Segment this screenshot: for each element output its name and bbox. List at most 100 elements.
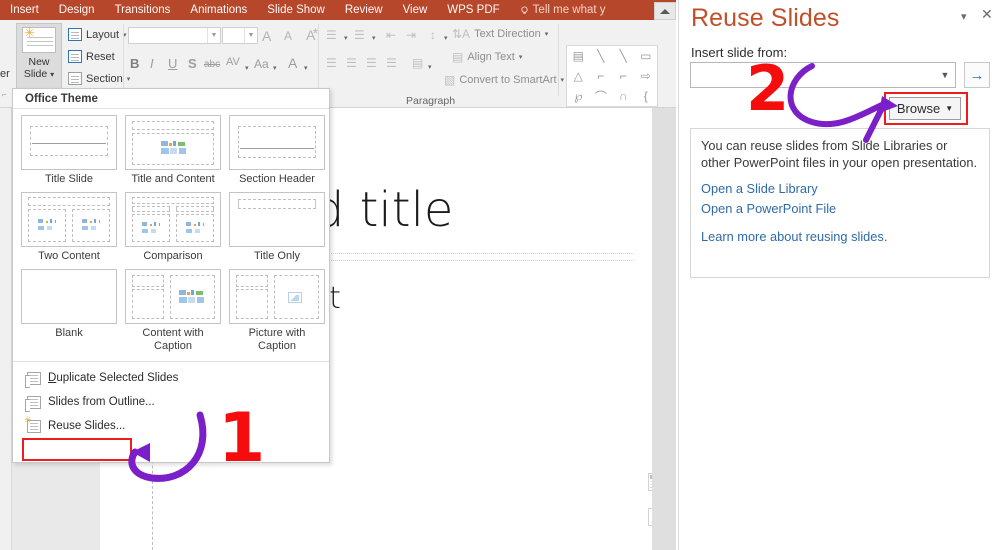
layout-title-only[interactable]: Title Only (229, 192, 325, 263)
panel-minimize-button[interactable]: ▾ (961, 10, 967, 23)
browse-caret-icon: ▼ (945, 104, 954, 113)
tab-insert[interactable]: Insert (0, 0, 49, 20)
slide-thumbnail-strip[interactable] (0, 108, 12, 550)
tab-view[interactable]: View (393, 0, 438, 20)
section-button[interactable]: Section ▾ (68, 72, 130, 85)
tab-wps-pdf[interactable]: WPS PDF (437, 0, 509, 20)
text-shadow-button[interactable]: S (188, 56, 197, 71)
decrease-indent-button[interactable]: ⇤ (386, 28, 396, 42)
layout-picture-with-caption[interactable]: Picture with Caption (229, 269, 325, 353)
layout-thumb (21, 115, 117, 170)
menu-reuse-slides[interactable]: Reuse Slides... (13, 415, 329, 436)
line-spacing-button[interactable]: ↕ (430, 28, 436, 42)
layout-caption: Picture with Caption (248, 327, 306, 352)
tab-design[interactable]: Design (49, 0, 105, 20)
layout-comparison[interactable]: Comparison (125, 192, 221, 263)
change-case-caret-icon: ▾ (273, 65, 277, 72)
align-text-button[interactable]: ▤ Align Text ▾ (452, 50, 522, 64)
align-left-button[interactable]: ☰ (326, 56, 337, 70)
arrow-right-icon: → (969, 66, 985, 84)
text-direction-button[interactable]: ⇅A Text Direction ▾ (452, 27, 548, 41)
shape-scribble-icon[interactable]: ℘ (567, 86, 590, 106)
layout-thumb (229, 269, 325, 324)
shape-elbow-connector-icon[interactable]: ⌐ (590, 66, 613, 86)
layout-section-header[interactable]: Section Header (229, 115, 325, 186)
shape-textbox-icon[interactable]: ▤ (567, 46, 590, 66)
bold-button[interactable]: B (130, 56, 139, 71)
new-slide-label-line2: Slide (23, 68, 48, 80)
layout-label: Layout (86, 28, 120, 41)
layout-title-and-content[interactable]: Title and Content (125, 115, 221, 186)
tab-slide-show[interactable]: Slide Show (257, 0, 335, 20)
align-right-button[interactable]: ☰ (366, 56, 377, 70)
shapes-gallery[interactable]: ▤ ╲ ╲ ▭ △ ⌐ ⌐ ⇨ ℘ ⌒ ∩ { (566, 45, 658, 107)
bullets-button[interactable]: ☰ (326, 28, 337, 42)
new-slide-icon: ✳ (22, 26, 56, 53)
layout-title-slide[interactable]: Title Slide (21, 115, 117, 186)
shape-block-arrow-icon[interactable]: ⇨ (635, 66, 658, 86)
collapse-ribbon-button[interactable] (654, 2, 676, 20)
section-caret-icon: ▾ (126, 75, 131, 83)
font-color-button[interactable]: A (288, 55, 297, 71)
layout-blank[interactable]: Blank (21, 269, 117, 353)
grow-font-button[interactable]: A (262, 28, 271, 44)
layout-button[interactable]: Layout ▾ (68, 28, 127, 41)
link-open-powerpoint-file[interactable]: Open a PowerPoint File (701, 199, 979, 219)
tab-animations[interactable]: Animations (180, 0, 257, 20)
strikethrough-button[interactable]: abc (204, 59, 220, 70)
tab-review[interactable]: Review (335, 0, 393, 20)
shape-arrow-icon[interactable]: ╲ (612, 46, 635, 66)
increase-indent-button[interactable]: ⇥ (406, 28, 416, 42)
columns-button[interactable]: ▤ (412, 56, 423, 70)
convert-to-smartart-button[interactable]: ▧ Convert to SmartArt ▾ (444, 73, 564, 87)
tell-me-search[interactable]: Tell me what y (510, 0, 616, 20)
canvas-right-gutter (652, 108, 676, 550)
section-label: Section (86, 72, 123, 85)
insert-slide-from-combo[interactable]: ▼ (690, 62, 956, 88)
shape-rectangle-icon[interactable]: ▭ (635, 46, 658, 66)
shrink-font-button[interactable]: A (284, 29, 292, 43)
layout-two-content[interactable]: Two Content (21, 192, 117, 263)
go-button[interactable]: → (964, 62, 990, 88)
layout-thumb (125, 115, 221, 170)
character-spacing-caret-icon: ▾ (245, 65, 249, 72)
text-direction-caret-icon: ▾ (544, 31, 549, 38)
layout-thumb (21, 269, 117, 324)
shape-brace-icon[interactable]: { (635, 86, 658, 106)
browse-button[interactable]: Browse ▼ (889, 97, 961, 120)
tab-transitions[interactable]: Transitions (105, 0, 181, 20)
link-learn-more-reusing-slides[interactable]: Learn more about reusing slides. (701, 227, 979, 247)
numbering-button[interactable]: ☰ (354, 28, 365, 42)
shape-curve-icon[interactable]: ⌒ (590, 86, 613, 106)
layout-caption: Comparison (143, 250, 203, 262)
underline-button[interactable]: U (168, 56, 177, 71)
shape-arc-icon[interactable]: ∩ (612, 86, 635, 106)
menu-duplicate-selected-slides[interactable]: Duplicate Selected Slides (13, 368, 329, 388)
numbering-caret-icon: ▾ (372, 35, 376, 42)
menu-slides-from-outline[interactable]: Slides from Outline... (13, 392, 329, 412)
link-open-slide-library[interactable]: Open a Slide Library (701, 179, 979, 199)
shape-elbow-arrow-connector-icon[interactable]: ⌐ (612, 66, 635, 86)
change-case-button[interactable]: Aa (254, 57, 269, 71)
panel-close-button[interactable]: ✕ (981, 6, 993, 23)
powerpoint-window: Insert Design Transitions Animations Sli… (0, 0, 1000, 550)
slides-from-outline-icon (25, 395, 41, 412)
panel-info-box: You can reuse slides from Slide Librarie… (690, 128, 990, 278)
justify-button[interactable]: ☰ (386, 56, 397, 70)
reset-button[interactable]: Reset (68, 50, 115, 63)
font-size-input[interactable]: ▼ (222, 27, 258, 44)
gallery-row-3: Blank Content with Caption Picture with … (13, 263, 329, 353)
duplicate-slides-icon (25, 371, 41, 388)
character-spacing-button[interactable]: AV (226, 56, 240, 68)
italic-button[interactable]: I (150, 56, 154, 71)
smartart-caret-icon: ▾ (560, 77, 565, 84)
layout-thumb (125, 269, 221, 324)
font-name-input[interactable]: ▼ (128, 27, 221, 44)
layout-content-with-caption[interactable]: Content with Caption (125, 269, 221, 353)
shape-line-icon[interactable]: ╲ (590, 46, 613, 66)
align-center-button[interactable]: ☰ (346, 56, 357, 70)
shape-triangle-icon[interactable]: △ (567, 66, 590, 86)
layout-caption: Blank (55, 327, 83, 339)
clear-formatting-icon[interactable]: A⃰ (306, 27, 315, 43)
clipboard-dialog-launcher[interactable]: ⌐ (2, 90, 7, 99)
